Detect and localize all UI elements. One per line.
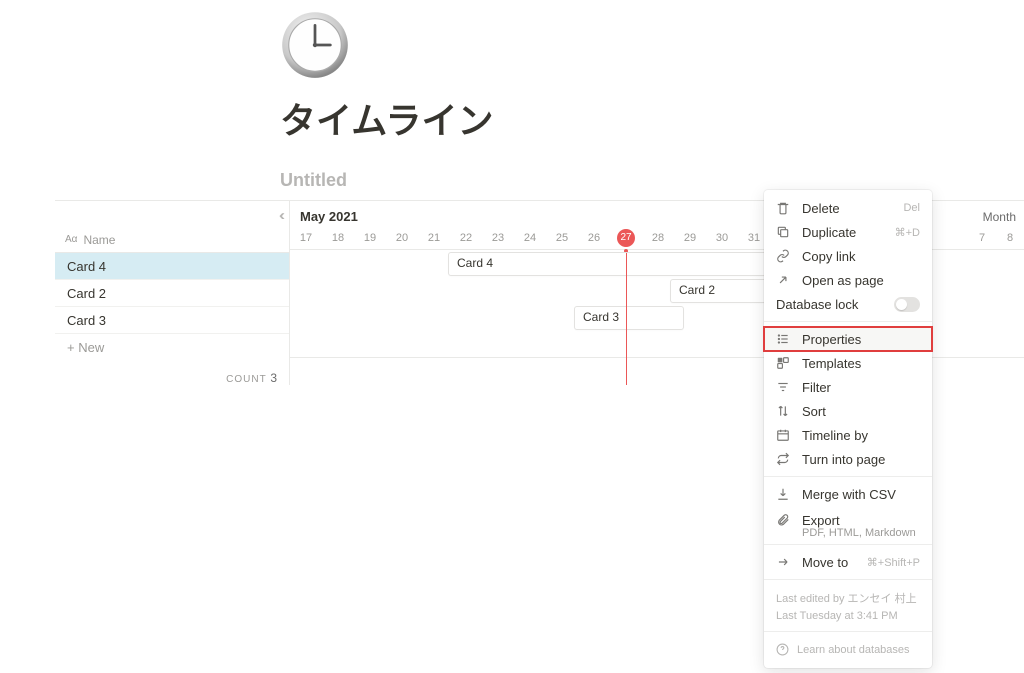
day-header: 18 xyxy=(322,232,354,244)
filter-icon xyxy=(776,380,792,394)
trash-icon xyxy=(776,201,792,215)
table-row[interactable]: Card 2 xyxy=(55,280,289,307)
duplicate-menu-item[interactable]: Duplicate ⌘+D xyxy=(764,220,932,244)
collapse-sidebar-button[interactable]: ‹‹ xyxy=(55,201,289,229)
timeline-card[interactable]: Card 3 xyxy=(574,306,684,330)
day-header: 17 xyxy=(290,232,322,244)
table-row[interactable]: Card 4 xyxy=(55,253,289,280)
database-context-menu: Delete Del Duplicate ⌘+D Copy link Open … xyxy=(764,190,932,668)
last-edited-by: Last edited by エンセイ 村上 xyxy=(776,591,920,608)
learn-about-databases-link[interactable]: Learn about databases xyxy=(764,637,932,662)
day-header: 19 xyxy=(354,232,386,244)
day-header: 30 xyxy=(706,232,738,244)
timeline-card[interactable]: Card 2 xyxy=(670,279,770,303)
move-to-menu-item[interactable]: Move to ⌘+Shift+P xyxy=(764,550,932,574)
filter-menu-item[interactable]: Filter xyxy=(764,375,932,399)
timeline-by-menu-item[interactable]: Timeline by xyxy=(764,423,932,447)
merge-csv-menu-item[interactable]: Merge with CSV xyxy=(764,482,932,506)
turn-into-icon xyxy=(776,452,792,466)
count-value: 3 xyxy=(270,371,277,385)
sort-menu-item[interactable]: Sort xyxy=(764,399,932,423)
table-row[interactable]: Card 3 xyxy=(55,307,289,334)
day-header: 20 xyxy=(386,232,418,244)
database-lock-menu-item[interactable]: Database lock xyxy=(764,292,932,316)
delete-menu-item[interactable]: Delete Del xyxy=(764,196,932,220)
new-row-button[interactable]: New xyxy=(55,334,289,361)
day-header: 29 xyxy=(674,232,706,244)
link-icon xyxy=(776,249,792,263)
day-header: 26 xyxy=(578,232,610,244)
timeline-card[interactable]: Card 4 xyxy=(448,252,768,276)
download-icon xyxy=(776,487,792,501)
export-menu-item[interactable]: Export xyxy=(764,506,932,530)
paperclip-icon xyxy=(776,513,792,527)
day-header: 24 xyxy=(514,232,546,244)
lock-toggle[interactable] xyxy=(894,297,920,312)
day-header: 27 xyxy=(610,229,642,247)
clock-icon xyxy=(280,10,350,80)
help-icon xyxy=(776,643,789,656)
properties-icon xyxy=(776,332,792,346)
templates-icon xyxy=(776,356,792,370)
turn-into-page-menu-item[interactable]: Turn into page xyxy=(764,447,932,471)
day-header: 28 xyxy=(642,232,674,244)
templates-menu-item[interactable]: Templates xyxy=(764,351,932,375)
properties-menu-item[interactable]: Properties xyxy=(764,327,932,351)
database-title[interactable]: Untitled xyxy=(280,170,1024,191)
open-as-page-menu-item[interactable]: Open as page xyxy=(764,268,932,292)
page-title[interactable]: タイムライン xyxy=(280,92,1024,144)
copy-link-menu-item[interactable]: Copy link xyxy=(764,244,932,268)
count-label: COUNT xyxy=(226,374,266,385)
move-to-icon xyxy=(776,555,792,569)
day-header: 22 xyxy=(450,232,482,244)
day-header: 23 xyxy=(482,232,514,244)
expand-icon xyxy=(776,273,792,287)
day-header: 21 xyxy=(418,232,450,244)
last-edited-at: Last Tuesday at 3:41 PM xyxy=(776,608,920,625)
name-column-header[interactable]: Name xyxy=(83,233,115,247)
sort-icon xyxy=(776,404,792,418)
day-header: 25 xyxy=(546,232,578,244)
duplicate-icon xyxy=(776,225,792,239)
calendar-icon xyxy=(776,428,792,442)
text-property-icon: Aα xyxy=(65,234,77,245)
